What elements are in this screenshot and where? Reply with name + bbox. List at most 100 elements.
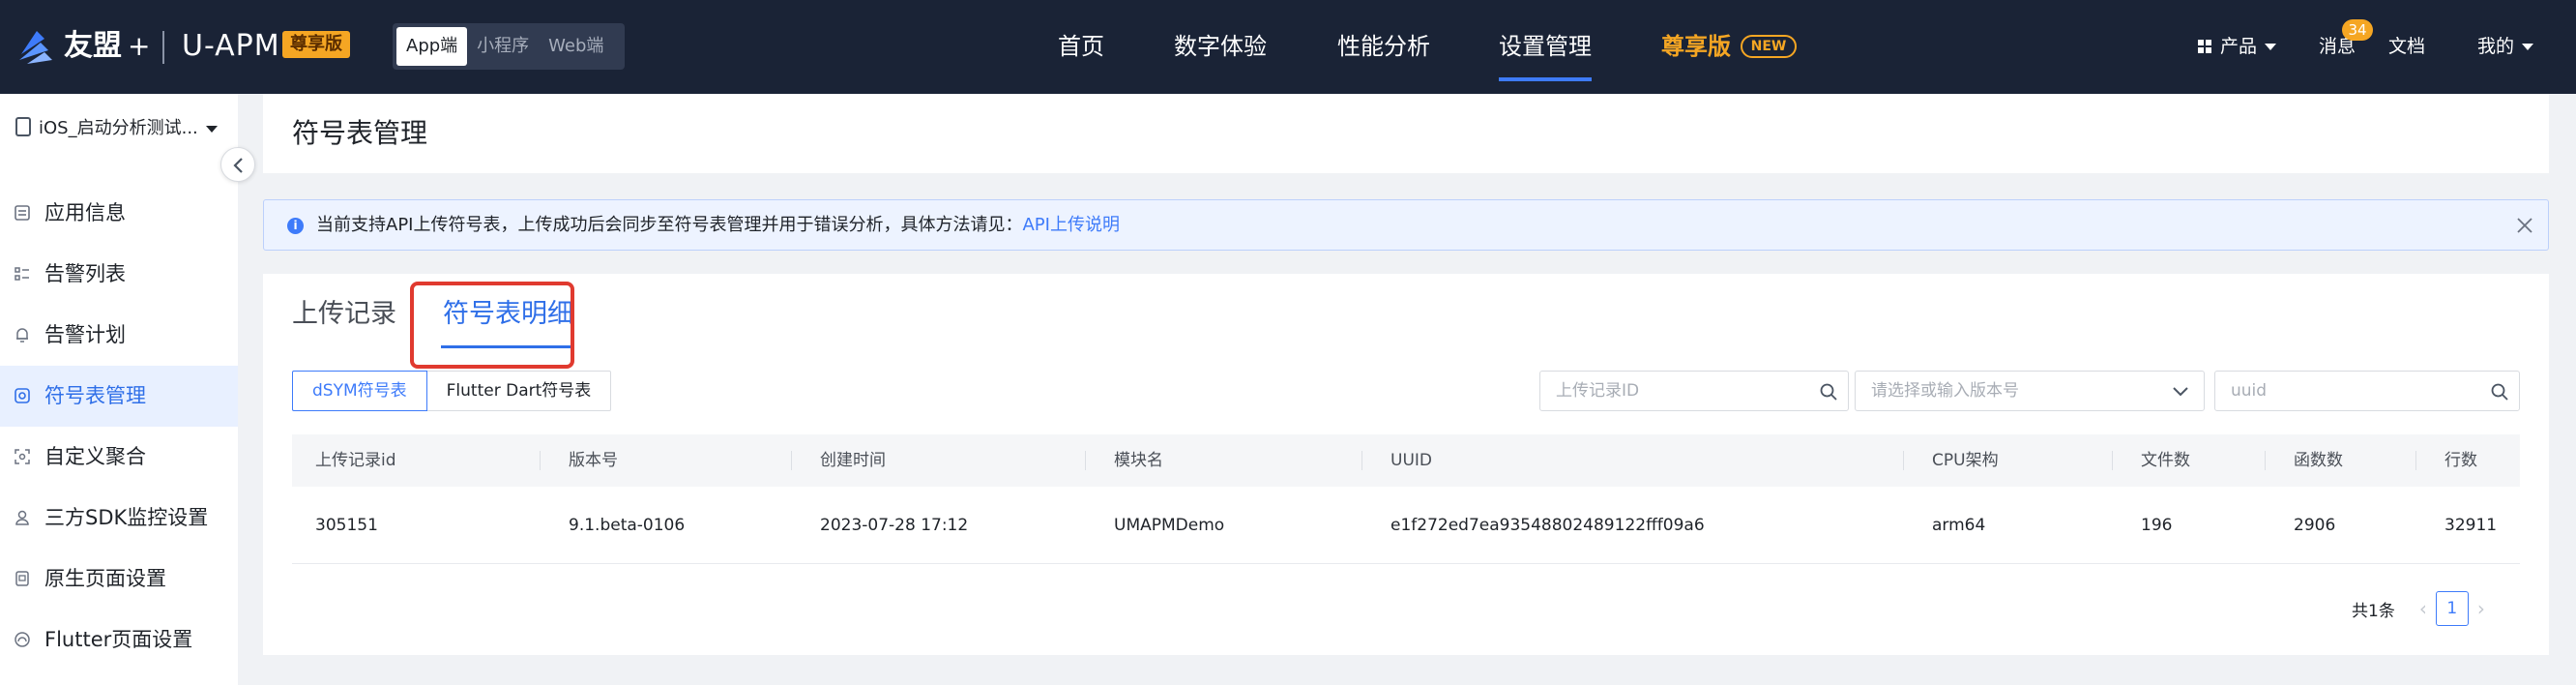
brand-name[interactable]: 友盟 bbox=[64, 25, 122, 68]
api-upload-guide-link[interactable]: API上传说明 bbox=[1022, 215, 1119, 235]
highlight-annotation-box bbox=[410, 282, 574, 369]
message-count-badge: 34 bbox=[2342, 19, 2373, 41]
dsym-segment-button[interactable]: dSYM符号表 bbox=[292, 371, 427, 411]
column-divider bbox=[2415, 451, 2416, 470]
sidebar-item-label: 应用信息 bbox=[44, 201, 126, 224]
symbol-table: 上传记录id 版本号 创建时间 模块名 UUID CPU架构 文件数 函数数 行… bbox=[292, 434, 2520, 564]
upload-id-input[interactable] bbox=[1540, 372, 1848, 410]
sidebar-item-label: 三方SDK监控设置 bbox=[44, 506, 209, 529]
tab-upload-records[interactable]: 上传记录 bbox=[292, 293, 396, 336]
user-menu[interactable]: 我的 bbox=[2477, 29, 2534, 64]
chevron-down-icon bbox=[2265, 44, 2277, 50]
bell-icon bbox=[16, 328, 28, 342]
column-header-version: 版本号 bbox=[569, 451, 618, 470]
cell-function-count: 2906 bbox=[2294, 516, 2336, 535]
brand-plus: + bbox=[128, 30, 151, 62]
nav-performance-analysis[interactable]: 性能分析 bbox=[1337, 27, 1430, 66]
sidebar-item-app-info[interactable]: 应用信息 bbox=[0, 183, 238, 244]
next-page-button[interactable]: › bbox=[2469, 597, 2494, 620]
uuid-input[interactable] bbox=[2215, 372, 2519, 410]
chevron-left-icon bbox=[233, 158, 243, 173]
symbol-type-switch: dSYM符号表 Flutter Dart符号表 bbox=[292, 371, 612, 411]
new-tag: NEW bbox=[1741, 35, 1797, 58]
column-divider bbox=[1361, 451, 1362, 470]
products-menu[interactable]: 产品 bbox=[2197, 29, 2277, 64]
column-divider bbox=[1903, 451, 1904, 470]
version-input[interactable] bbox=[1856, 372, 2204, 410]
platform-app-button[interactable]: App端 bbox=[396, 27, 468, 66]
user-icon bbox=[15, 510, 29, 525]
cell-file-count: 196 bbox=[2141, 516, 2173, 535]
column-header-upload-id: 上传记录id bbox=[315, 451, 396, 470]
user-menu-label: 我的 bbox=[2477, 36, 2515, 57]
list-icon bbox=[15, 267, 29, 281]
column-header-cpu-arch: CPU架构 bbox=[1932, 451, 1999, 470]
table-header: 上传记录id 版本号 创建时间 模块名 UUID CPU架构 文件数 函数数 行… bbox=[292, 434, 2520, 487]
sidebar-item-custom-aggregation[interactable]: 自定义聚合 bbox=[0, 427, 238, 488]
sidebar-item-alert-list[interactable]: 告警列表 bbox=[0, 244, 238, 305]
sidebar-item-alert-plan[interactable]: 告警计划 bbox=[0, 305, 238, 366]
nav-home[interactable]: 首页 bbox=[1058, 27, 1104, 66]
sidebar-item-label: Flutter页面设置 bbox=[44, 628, 193, 651]
close-icon[interactable] bbox=[2515, 216, 2534, 235]
column-divider bbox=[1085, 451, 1086, 470]
nav-vip-edition[interactable]: 尊享版 bbox=[1661, 27, 1731, 66]
app-selector[interactable]: iOS_启动分析测试... bbox=[15, 115, 218, 142]
docs-link[interactable]: 文档 bbox=[2388, 29, 2425, 64]
content-card: 上传记录 符号表明细 dSYM符号表 Flutter Dart符号表 上传记录i… bbox=[263, 274, 2549, 655]
sidebar-item-third-party-sdk[interactable]: 三方SDK监控设置 bbox=[0, 488, 238, 549]
edition-badge: 尊享版 bbox=[282, 31, 350, 58]
upload-id-search bbox=[1539, 371, 1849, 411]
column-header-file-count: 文件数 bbox=[2141, 451, 2190, 470]
version-select bbox=[1855, 371, 2205, 411]
page-title: 符号表管理 bbox=[292, 117, 428, 149]
cell-uuid: e1f272ed7ea93548802489122fff09a6 bbox=[1390, 516, 1705, 535]
cell-upload-id: 305151 bbox=[315, 516, 378, 535]
sidebar-item-flutter-page-settings[interactable]: Flutter页面设置 bbox=[0, 610, 238, 670]
page-header: 符号表管理 bbox=[263, 94, 2549, 173]
target-icon bbox=[15, 388, 30, 403]
cell-line-count: 32911 bbox=[2444, 516, 2498, 535]
page-number-button[interactable]: 1 bbox=[2435, 591, 2469, 626]
pagination: 共1条 ‹ 1 › bbox=[2352, 591, 2494, 626]
sidebar-item-symbol-management[interactable]: 符号表管理 bbox=[0, 366, 238, 427]
nav-digital-experience[interactable]: 数字体验 bbox=[1174, 27, 1267, 66]
sidebar: iOS_启动分析测试... 应用信息 告警列表 告警计划 符号表管理 自定义聚合… bbox=[0, 94, 238, 685]
flutter-dart-segment-button[interactable]: Flutter Dart符号表 bbox=[426, 371, 612, 411]
page-icon bbox=[15, 571, 29, 586]
table-row[interactable]: 305151 9.1.beta-0106 2023-07-28 17:12 UM… bbox=[292, 487, 2520, 564]
chevron-down-icon bbox=[2522, 44, 2534, 50]
platform-web-button[interactable]: Web端 bbox=[539, 27, 613, 66]
sidebar-item-label: 告警列表 bbox=[44, 262, 126, 285]
sidebar-item-native-page-settings[interactable]: 原生页面设置 bbox=[0, 549, 238, 610]
info-icon: i bbox=[287, 218, 304, 234]
sidebar-collapse-button[interactable] bbox=[220, 147, 255, 182]
cell-module-name: UMAPMDemo bbox=[1114, 516, 1225, 535]
column-divider bbox=[2112, 451, 2113, 470]
notice-text: 当前支持API上传符号表，上传成功后会同步至符号表管理并用于错误分析，具体方法请… bbox=[316, 214, 1120, 237]
search-icon[interactable] bbox=[1819, 382, 1838, 402]
column-header-function-count: 函数数 bbox=[2294, 451, 2343, 470]
search-icon[interactable] bbox=[2490, 382, 2509, 402]
column-divider bbox=[2265, 451, 2266, 470]
previous-page-button[interactable]: ‹ bbox=[2411, 597, 2436, 620]
sidebar-item-label: 自定义聚合 bbox=[44, 445, 146, 468]
file-list-icon bbox=[15, 205, 30, 221]
chevron-down-icon[interactable] bbox=[2171, 382, 2190, 402]
platform-miniprogram-button[interactable]: 小程序 bbox=[467, 27, 539, 66]
cell-version: 9.1.beta-0106 bbox=[569, 516, 686, 535]
pagination-total: 共1条 bbox=[2352, 601, 2395, 621]
cell-cpu-arch: arm64 bbox=[1932, 516, 1986, 535]
grid-icon bbox=[2198, 40, 2211, 53]
nav-settings[interactable]: 设置管理 bbox=[1499, 27, 1592, 66]
uuid-search bbox=[2214, 371, 2520, 411]
products-label: 产品 bbox=[2220, 36, 2258, 57]
sidebar-item-label: 告警计划 bbox=[44, 323, 126, 346]
column-header-module-name: 模块名 bbox=[1114, 451, 1163, 470]
nav-active-indicator bbox=[1499, 77, 1592, 81]
sidebar-item-label: 符号表管理 bbox=[44, 384, 146, 407]
column-divider bbox=[791, 451, 792, 470]
column-header-uuid: UUID bbox=[1390, 451, 1432, 470]
sidebar-menu: 应用信息 告警列表 告警计划 符号表管理 自定义聚合 三方SDK监控设置 原生页… bbox=[0, 183, 238, 670]
product-name[interactable]: U-APM bbox=[182, 25, 280, 68]
